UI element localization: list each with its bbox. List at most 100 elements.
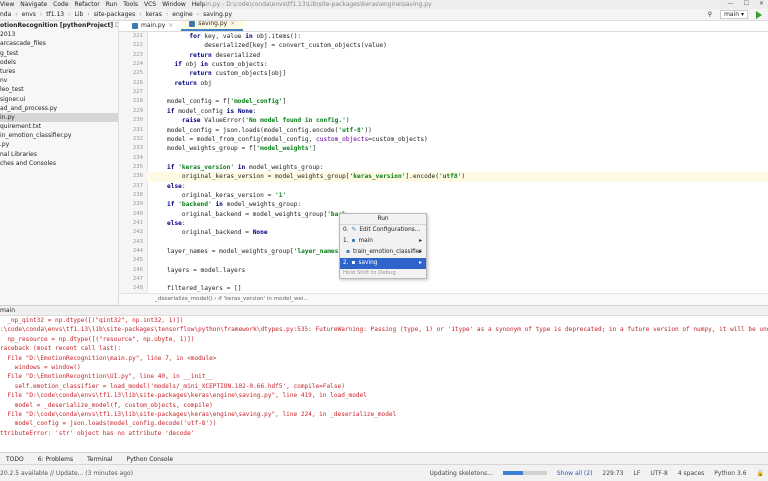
code-token: layers = model.layers [167,266,246,274]
line-number: 243 [132,238,143,245]
code-line: 237 else: [133,182,768,191]
line-separator[interactable]: LF [634,470,641,477]
run-popup-item[interactable]: ▪ train_emotion_classifier ▸ [340,247,426,258]
menu-refactor[interactable]: Refactor [75,1,100,8]
code-view[interactable]: 221 for key, value in obj.items(): 222 dese… [133,32,768,293]
code-token: model_weights_group: [248,163,324,171]
code-text: model = model_from_config(model_config, … [167,135,428,144]
project-tree-item[interactable]: .py [0,140,118,149]
project-tree-item[interactable]: ches and Consoles [0,159,118,168]
code-token: raise [181,117,205,125]
run-tab-main[interactable]: main [0,307,15,314]
breadcrumb-item[interactable]: Lib [75,11,84,18]
menu-navigate[interactable]: Navigate [20,1,47,8]
code-text: model_weights_group = f['model_weights'] [167,144,316,153]
project-tree-item[interactable]: quirement.txt [0,122,118,131]
run-output[interactable]: _np_qint32 = np.dtype([("qint32", np.int… [0,315,768,453]
project-tree-item[interactable]: odels [0,58,118,67]
code-token: original_backend = [181,229,253,237]
project-tree-item[interactable]: ad_and_process.py [0,104,118,113]
code-token: return [174,79,201,87]
breadcrumb-item[interactable]: tf1.13 [46,11,64,18]
status-bar: 20.2.5 available // Update... (3 minutes… [0,464,768,481]
project-tree-item[interactable]: in_emotion_classifier.py [0,131,118,140]
breadcrumb-item[interactable]: nda [0,11,11,18]
project-tree-item[interactable]: tures [0,67,118,76]
code-token: model_config [178,107,227,115]
project-tree-item[interactable]: leo_test [0,85,118,94]
code-text: return obj [174,79,211,88]
breadcrumb-item[interactable]: keras [146,11,162,18]
project-tree-item[interactable]: nal Libraries [0,150,118,159]
project-tree-label: in_emotion_classifier.py [0,132,72,140]
code-token: obj [200,79,212,87]
code-token: else [167,220,182,227]
indent-setting[interactable]: 4 spaces [678,470,704,477]
tab-saving[interactable]: saving.py × [181,21,244,31]
editor-breadcrumb[interactable]: _deserialize_model() › if 'keras_version… [119,293,768,305]
tool-tab-problems[interactable]: 6: Problems [38,456,73,463]
menu-tools[interactable]: Tools [123,1,138,8]
maximize-icon[interactable]: ☐ [744,0,749,7]
code-line: 235 if 'keras_version' in model_weights_g… [133,163,768,172]
run-popup-title: Run [340,214,426,225]
project-tree-item[interactable]: otionRecognition [pythonProject] D:\Emot… [0,21,118,30]
project-tree-item[interactable]: nv [0,76,118,85]
output-line: model_config = json.loads(model_config.d… [0,420,217,428]
breadcrumb-item[interactable]: envs [22,11,36,18]
project-tree-item[interactable]: in.py [0,112,118,123]
line-number: 237 [132,182,143,189]
line-number: 236 [132,173,143,180]
run-item-index: 0. [343,227,349,233]
breadcrumb-item[interactable]: site-packages [94,11,135,18]
breadcrumb-item[interactable]: saving.py [203,11,232,18]
run-toolbar: ⚲ main ▾ [708,10,762,19]
breadcrumb-separator: › [39,11,43,18]
menu-vcs[interactable]: VCS [144,1,156,8]
code-token: : [181,182,186,190]
run-configuration-select[interactable]: main ▾ [720,10,748,19]
menu-view[interactable]: View [0,1,14,8]
menu-window[interactable]: Window [162,1,186,8]
project-tree-item[interactable]: 2013 [0,30,118,39]
code-token: in [200,61,212,69]
interpreter[interactable]: Python 3.6 [714,470,746,477]
run-icon[interactable] [756,10,762,19]
project-tree-item[interactable]: g_test [0,49,118,58]
minimize-icon[interactable]: — [728,0,734,7]
line-number: 230 [132,117,143,124]
update-notice[interactable]: 20.2.5 available // Update... (3 minutes… [0,470,133,477]
project-tree-item[interactable]: arcascade_files [0,39,118,48]
project-tree-label: in.py [0,113,15,121]
tab-close-icon[interactable]: × [230,21,235,29]
tab-main[interactable]: main.py × [124,21,181,31]
menu-code[interactable]: Code [53,1,68,8]
run-popup-item[interactable]: 2. ▪ saving ▸ [340,258,426,269]
caret-position[interactable]: 229:73 [602,470,623,477]
run-item-label: train_emotion_classifier [352,249,422,255]
file-encoding[interactable]: UTF-8 [650,470,668,477]
menu-run[interactable]: Run [106,1,118,8]
run-popup-item[interactable]: 0. ✎ Edit Configurations... [340,225,426,236]
user-icon[interactable]: ⚲ [708,11,712,18]
code-text: return custom_objects[obj] [189,69,286,78]
code-text: original_backend = model_weights_group['… [182,210,346,219]
run-popup-item[interactable]: 1. ▪ main ▸ [340,236,426,247]
show-all-link[interactable]: Show all (2) [557,470,593,477]
run-item-index: 2. [343,260,349,266]
close-icon[interactable]: ✕ [759,0,764,7]
tool-tab-pythonconsole[interactable]: Python Console [127,456,174,463]
code-line: 245 [133,256,768,265]
lock-icon[interactable]: 🔒 [757,470,764,477]
python-file-icon [132,23,138,29]
breadcrumb-item[interactable]: engine [172,11,192,18]
code-line: 233 model_weights_group = f['model_weight… [133,144,768,153]
project-tree-item[interactable]: signer.ui [0,95,118,104]
code-line: 221 for key, value in obj.items(): [133,32,768,41]
project-tree-label: quirement.txt [0,123,42,131]
code-line: 226 return obj [133,79,768,88]
tab-close-icon[interactable]: × [168,21,173,31]
tool-tab-terminal[interactable]: Terminal [87,456,112,463]
tool-tab-todo[interactable]: TODO [6,456,24,463]
output-line: model = _deserialize_model(f, custom_obj… [0,401,213,409]
